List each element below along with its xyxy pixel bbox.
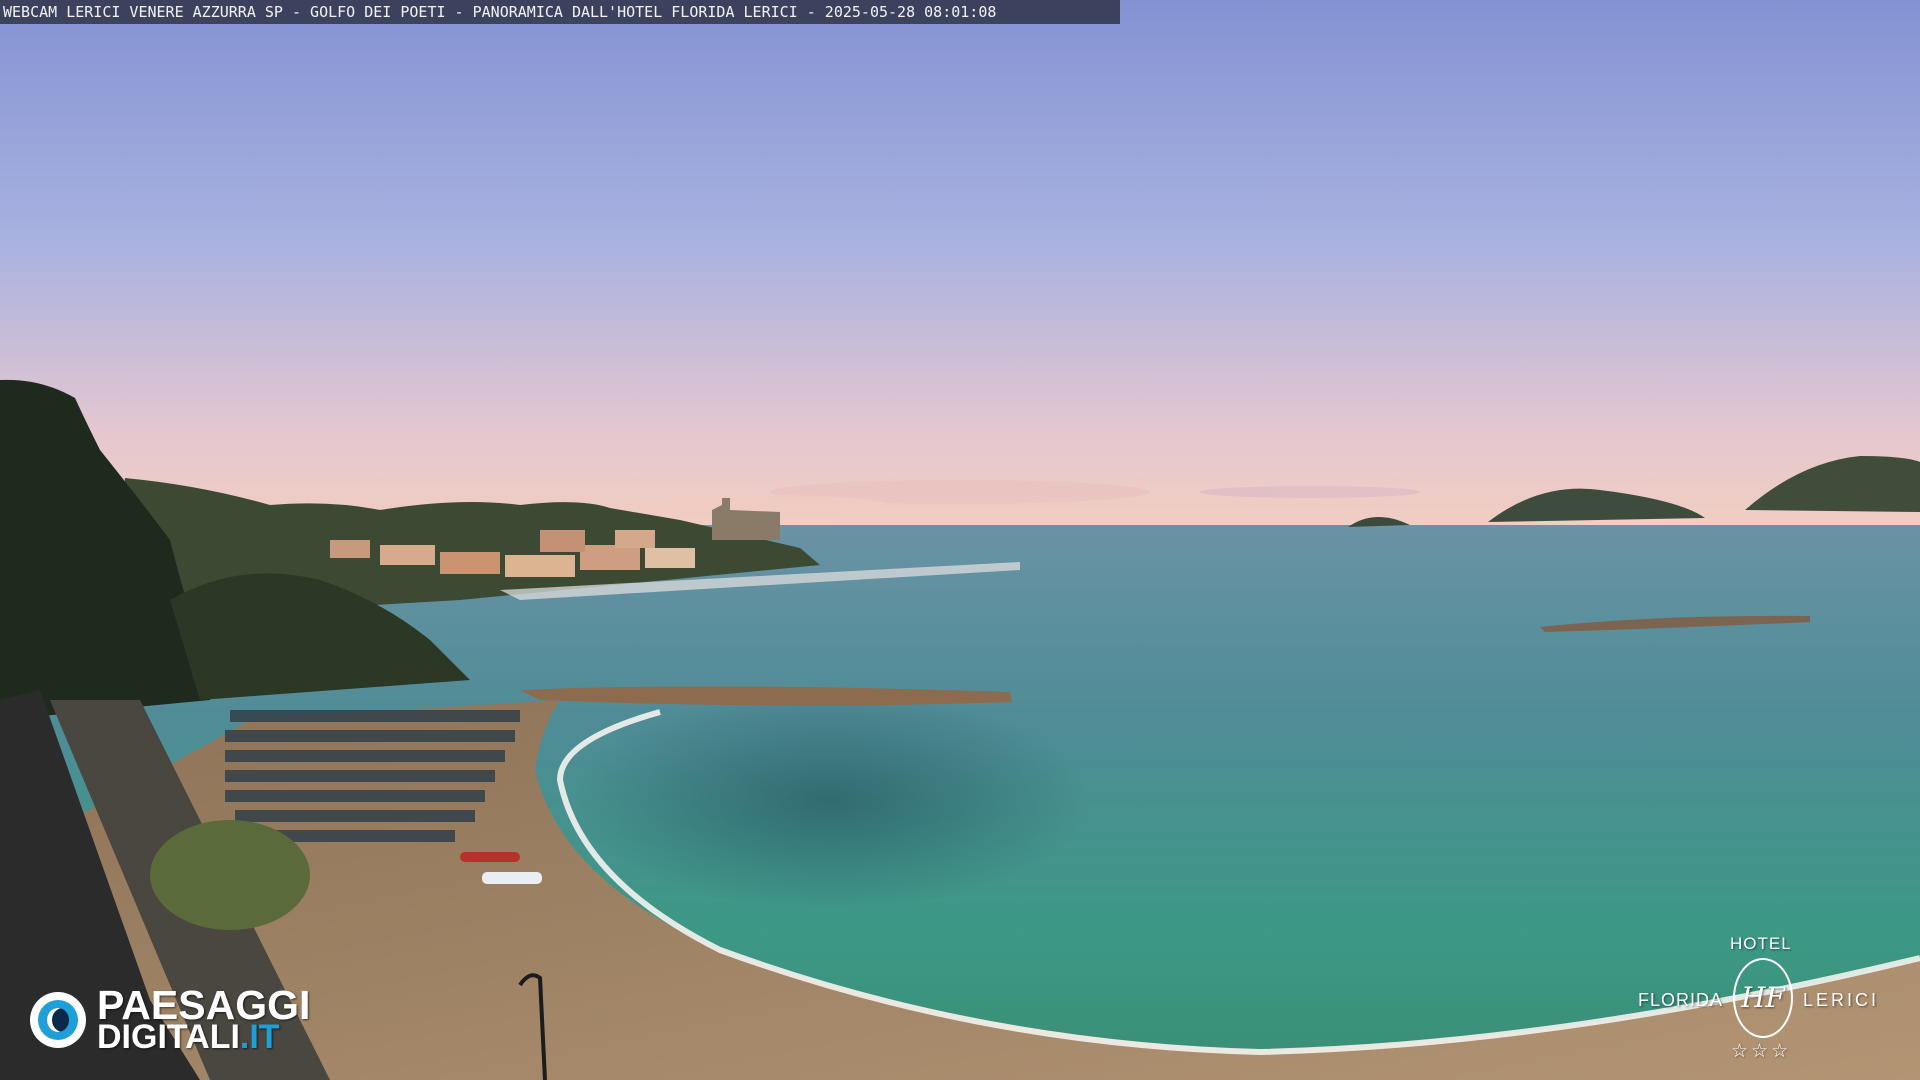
tree-foreground	[150, 820, 310, 930]
hotel-label: HOTEL	[1730, 934, 1792, 953]
white-boat	[482, 872, 542, 884]
logo-suffix: .IT	[239, 1018, 280, 1056]
hotel-monogram: HF	[1733, 958, 1793, 1038]
florida-label: FLORIDA	[1638, 990, 1724, 1010]
paesaggi-digitali-logo: PAESAGGI DIGITALI.IT	[30, 982, 360, 1058]
red-boat	[460, 852, 520, 862]
logo-line2: DIGITALI.IT	[97, 1018, 280, 1057]
hotel-stars: ☆☆☆	[1731, 1041, 1792, 1062]
webcam-scene	[0, 0, 1920, 1080]
eye-icon	[30, 992, 86, 1048]
lerici-label: LERICI	[1803, 990, 1880, 1010]
webcam-caption-banner: WEBCAM LERICI VENERE AZZURRA SP - GOLFO …	[0, 0, 1120, 24]
sky	[0, 0, 1920, 540]
logo-line2-main: DIGITALI	[97, 1018, 240, 1056]
water-shadow	[570, 690, 1090, 910]
hotel-florida-logo: HOTEL FLORIDA HF LERICI ☆☆☆	[1630, 930, 1900, 1070]
